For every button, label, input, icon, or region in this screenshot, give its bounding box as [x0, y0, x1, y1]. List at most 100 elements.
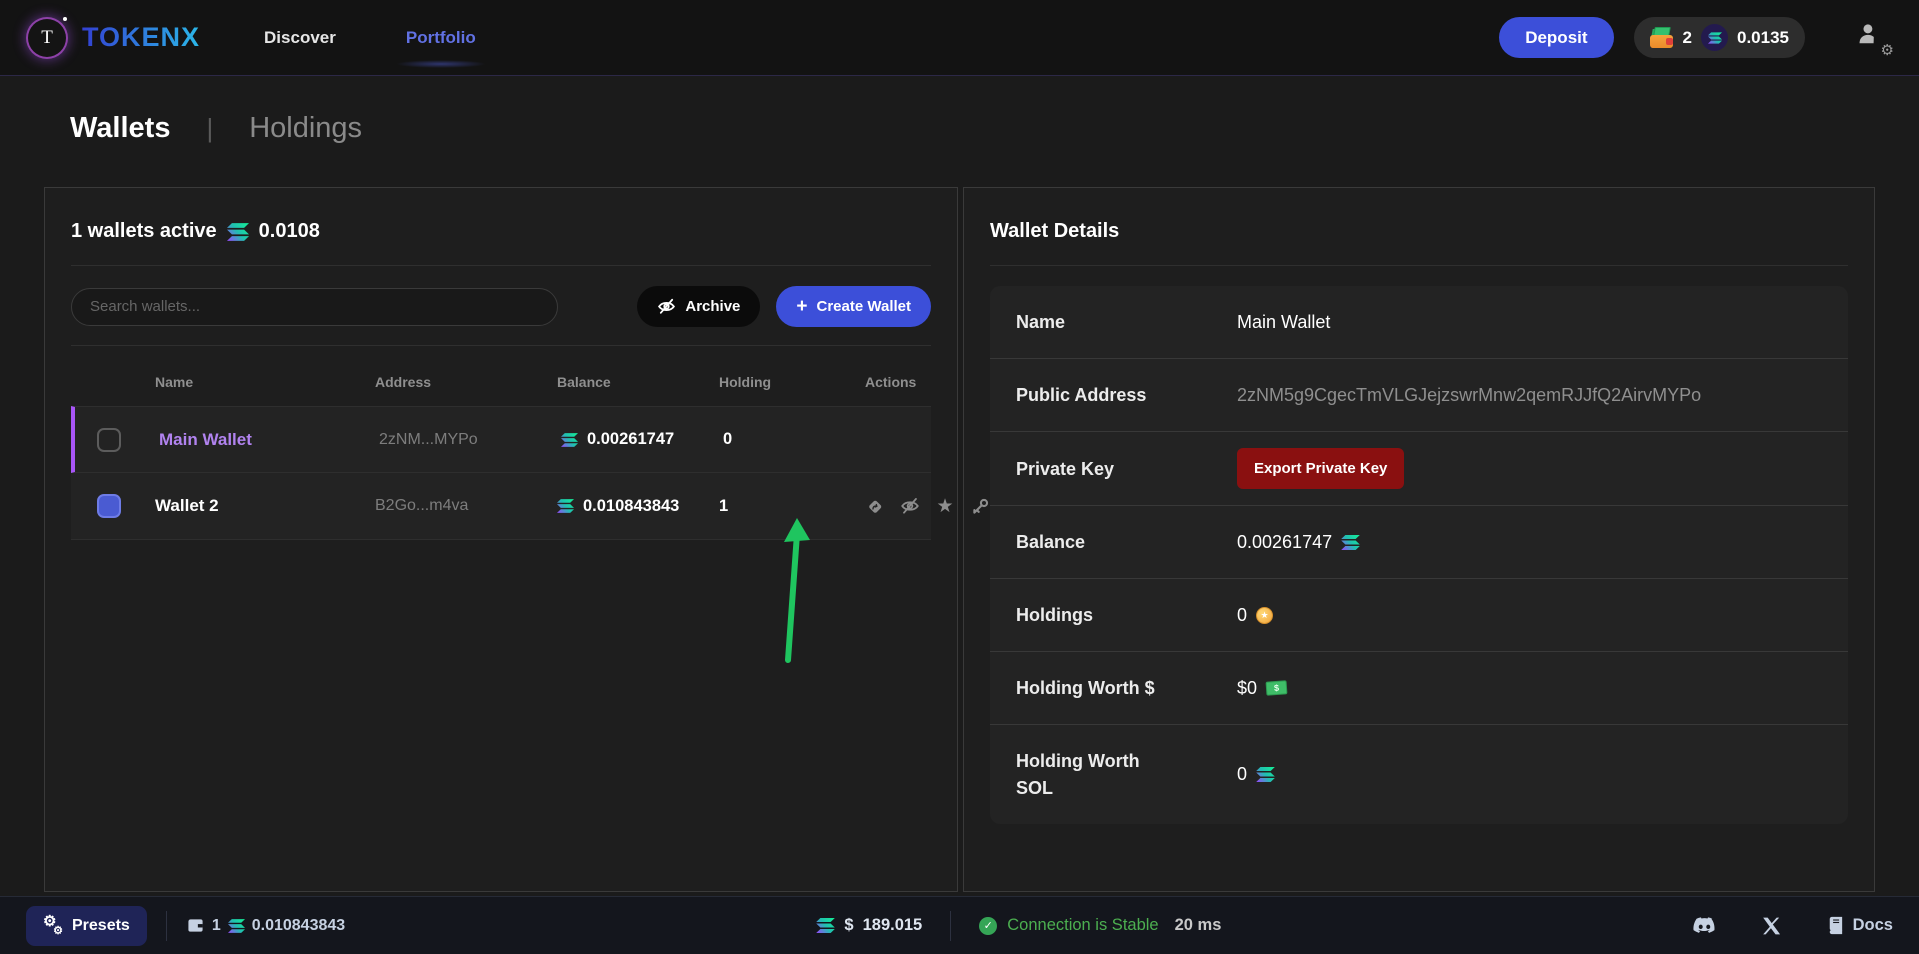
key-icon[interactable]	[970, 496, 990, 516]
detail-row-worth-usd: Holding Worth $ $0	[990, 652, 1848, 725]
gears-icon: ⚙⚙	[43, 917, 63, 935]
detail-label: Private Key	[1016, 456, 1176, 482]
connection-text: Connection is Stable	[1007, 916, 1158, 935]
brand-name: TOKENX	[82, 22, 200, 53]
discord-icon[interactable]	[1693, 917, 1716, 935]
nav-discover[interactable]: Discover	[262, 22, 338, 54]
sol-icon	[1256, 767, 1275, 782]
currency-symbol: $	[844, 916, 853, 935]
col-balance: Balance	[557, 374, 719, 390]
sol-icon	[816, 918, 835, 933]
detail-label: Balance	[1016, 529, 1176, 555]
create-wallet-label: Create Wallet	[817, 298, 911, 315]
table-row[interactable]: Wallet 2 B2Go...m4va 0.010843843 1	[71, 473, 931, 540]
footer-links: Docs	[1693, 916, 1893, 935]
check-circle-icon: ✓	[979, 917, 997, 935]
detail-label: Holding Worth SOL	[1016, 748, 1176, 800]
detail-row-holdings: Holdings 0	[990, 579, 1848, 652]
create-wallet-button[interactable]: + Create Wallet	[776, 286, 931, 327]
detail-value-worth-usd: $0	[1237, 678, 1257, 699]
x-twitter-icon[interactable]	[1762, 917, 1781, 935]
sol-icon	[1341, 535, 1360, 550]
docs-label: Docs	[1853, 916, 1893, 935]
wallet-holding: 0	[723, 430, 869, 449]
portfolio-subtabs: Wallets | Holdings	[0, 76, 1919, 145]
tab-wallets[interactable]: Wallets	[70, 112, 170, 145]
presets-button[interactable]: ⚙⚙ Presets	[26, 906, 147, 946]
sol-icon	[557, 499, 574, 513]
account-settings-button[interactable]: ⚙	[1857, 22, 1891, 54]
top-navbar: T TOKENX Discover Portfolio Deposit 2 0.…	[0, 0, 1919, 76]
detail-value-name: Main Wallet	[1237, 312, 1330, 333]
user-icon	[1857, 22, 1881, 46]
eye-off-icon	[657, 297, 676, 316]
sol-icon	[1708, 32, 1722, 44]
wallet-icon	[1650, 27, 1674, 48]
divider	[71, 265, 931, 266]
docs-link[interactable]: Docs	[1827, 916, 1893, 935]
active-wallet-summary: 1 0.010843843	[186, 917, 345, 935]
detail-value-balance: 0.00261747	[1237, 532, 1332, 553]
wallets-table: Name Address Balance Holding Actions Mai…	[71, 348, 931, 540]
app-logo[interactable]: T	[28, 19, 66, 57]
main-content: 1 wallets active 0.0108 Archive + Create…	[44, 187, 1875, 892]
sol-price-value: 189.015	[863, 916, 923, 935]
book-icon	[1827, 916, 1845, 935]
details-card: Name Main Wallet Public Address 2zNM5g9C…	[990, 286, 1848, 824]
wallets-panel: 1 wallets active 0.0108 Archive + Create…	[44, 187, 958, 892]
footer-wallet-count: 1	[212, 917, 221, 935]
col-name: Name	[155, 374, 375, 390]
footer-sol-total: 0.010843843	[252, 917, 345, 935]
export-private-key-button[interactable]: Export Private Key	[1237, 448, 1404, 489]
detail-label: Holding Worth $	[1016, 675, 1176, 701]
money-icon	[1266, 681, 1288, 696]
wallet-balance: 0.00261747	[587, 430, 674, 449]
latency-value: 20 ms	[1175, 916, 1222, 935]
favorite-star-icon[interactable]: ★	[935, 496, 955, 516]
send-diamond-icon[interactable]	[865, 496, 885, 516]
wallet-name: Wallet 2	[155, 496, 375, 516]
status-bar: ⚙⚙ Presets 1 0.010843843 $ 189.015 ✓ Con…	[0, 896, 1919, 954]
presets-label: Presets	[72, 917, 130, 935]
main-nav: Discover Portfolio	[262, 22, 478, 54]
detail-value-public-address: 2zNM5g9CgecTmVLGJejzswrMnw2qemRJJfQ2Airv…	[1237, 385, 1701, 406]
detail-row-worth-sol: Holding Worth SOL 0	[990, 725, 1848, 823]
wallet-details-panel: Wallet Details Name Main Wallet Public A…	[963, 187, 1875, 892]
divider	[950, 911, 951, 941]
wallets-summary: 1 wallets active 0.0108	[71, 214, 931, 265]
divider	[990, 265, 1848, 266]
hide-eye-off-icon[interactable]	[900, 496, 920, 516]
gear-icon: ⚙	[1881, 43, 1894, 58]
detail-row-balance: Balance 0.00261747	[990, 506, 1848, 579]
sol-price: $ 189.015	[816, 916, 922, 935]
logo-letter: T	[41, 27, 53, 49]
row-checkbox[interactable]	[97, 494, 121, 518]
detail-row-name: Name Main Wallet	[990, 286, 1848, 359]
wallet-outline-icon	[186, 917, 205, 934]
tab-separator: |	[206, 113, 213, 144]
wallet-address: 2zNM...MYPo	[379, 431, 561, 449]
table-row[interactable]: Main Wallet 2zNM...MYPo 0.00261747 0	[71, 406, 931, 473]
deposit-button[interactable]: Deposit	[1499, 17, 1613, 58]
row-checkbox[interactable]	[97, 428, 121, 452]
sol-icon	[561, 433, 578, 447]
search-input[interactable]	[71, 288, 558, 326]
sol-badge-icon	[1701, 24, 1728, 51]
archive-label: Archive	[685, 298, 740, 315]
wallet-balance-chip[interactable]: 2 0.0135	[1634, 17, 1805, 58]
detail-value-worth-sol: 0	[1237, 764, 1247, 785]
col-actions: Actions	[865, 374, 946, 390]
detail-row-public-address: Public Address 2zNM5g9CgecTmVLGJejzswrMn…	[990, 359, 1848, 432]
archive-button[interactable]: Archive	[637, 286, 760, 327]
sol-icon	[227, 223, 249, 241]
nav-portfolio[interactable]: Portfolio	[404, 22, 478, 54]
detail-row-private-key: Private Key Export Private Key	[990, 432, 1848, 506]
divider	[166, 911, 167, 941]
wallets-controls: Archive + Create Wallet	[71, 286, 931, 327]
wallet-address: B2Go...m4va	[375, 497, 557, 515]
tab-holdings[interactable]: Holdings	[249, 112, 362, 145]
connection-status: ✓ Connection is Stable 20 ms	[979, 916, 1221, 935]
wallet-balance: 0.010843843	[583, 497, 679, 516]
detail-value-holdings: 0	[1237, 605, 1247, 626]
col-address: Address	[375, 374, 557, 390]
